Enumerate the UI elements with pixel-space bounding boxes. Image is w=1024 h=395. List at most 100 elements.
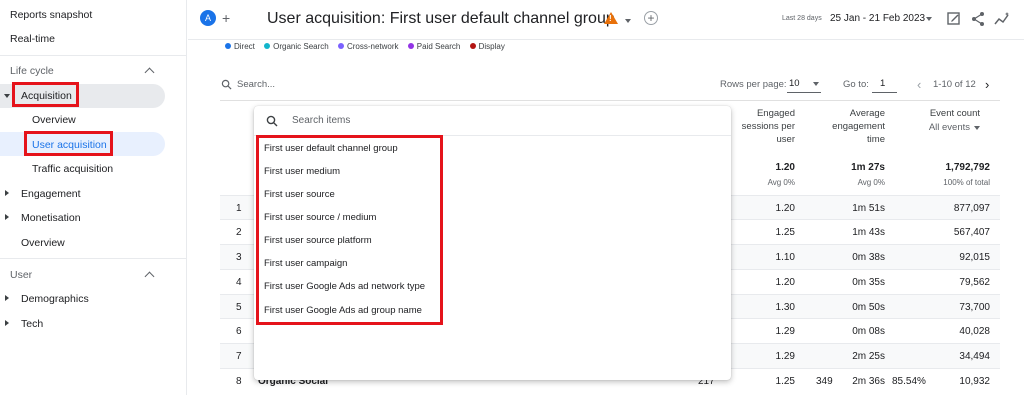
col-header-line: sessions per bbox=[741, 121, 795, 132]
cell-engaged-sessions: 1.25 bbox=[775, 227, 795, 238]
cell-avg-engagement: 1m 51s bbox=[852, 203, 885, 214]
sidebar-divider bbox=[0, 55, 187, 56]
cell-avg-engagement: 2m 25s bbox=[852, 351, 885, 362]
sidebar-section-lifecycle: Life cycle bbox=[10, 65, 54, 77]
sidebar: Reports snapshot Real-time Life cycle Ac… bbox=[0, 0, 187, 395]
page-title: User acquisition: First user default cha… bbox=[267, 10, 615, 27]
table-top-border bbox=[220, 100, 1000, 101]
legend-dot bbox=[264, 43, 271, 49]
legend-dot bbox=[225, 43, 231, 49]
col-header-line: user bbox=[776, 134, 795, 145]
legend-label: Organic Search bbox=[273, 42, 329, 51]
total-avg-engagement-sub: Avg 0% bbox=[857, 178, 885, 187]
chevron-up-icon[interactable] bbox=[144, 271, 155, 282]
row-number: 1 bbox=[236, 203, 242, 214]
col-header-event-count[interactable]: Event count bbox=[900, 107, 980, 120]
sidebar-section-user: User bbox=[10, 269, 33, 281]
caret-right-icon[interactable] bbox=[5, 320, 9, 326]
legend-label: Display bbox=[478, 42, 505, 51]
legend-item-paid-search[interactable]: Paid Search bbox=[407, 42, 461, 51]
rows-per-page-label: Rows per page: bbox=[720, 79, 787, 90]
col-header-avg-engagement[interactable]: Average engagement time bbox=[815, 107, 885, 146]
cell-engaged-sessions: 1.20 bbox=[775, 203, 795, 214]
legend-item-cross-network[interactable]: Cross-network bbox=[337, 42, 399, 51]
sidebar-item-reports-snapshot[interactable]: Reports snapshot bbox=[10, 9, 92, 21]
cell-engaged-sessions: 1.10 bbox=[775, 252, 795, 263]
row-number: 2 bbox=[236, 227, 242, 238]
next-page-icon[interactable]: › bbox=[985, 77, 989, 92]
cell-event-count: 40,028 bbox=[959, 326, 990, 337]
rows-dropdown-icon[interactable] bbox=[813, 82, 819, 86]
event-selector-dropdown-icon[interactable] bbox=[974, 126, 980, 130]
title-dropdown-icon[interactable] bbox=[625, 19, 631, 23]
sidebar-item-traffic-acquisition[interactable]: Traffic acquisition bbox=[32, 163, 113, 175]
chevron-up-icon[interactable] bbox=[144, 67, 155, 78]
total-engaged-sessions: 1.20 bbox=[775, 162, 795, 173]
warning-mark: ! bbox=[609, 14, 612, 23]
date-range-label: Last 28 days bbox=[782, 15, 822, 22]
legend-dot bbox=[337, 43, 344, 49]
goto-input[interactable]: 1 bbox=[880, 78, 885, 89]
sidebar-item-demographics[interactable]: Demographics bbox=[21, 293, 89, 305]
dropdown-search-input[interactable]: Search items bbox=[292, 115, 350, 126]
legend-dot bbox=[469, 43, 476, 49]
cell-event-count: 92,015 bbox=[959, 252, 990, 263]
avatar[interactable]: A bbox=[200, 10, 216, 26]
rows-per-page-select[interactable]: 10 bbox=[789, 78, 800, 89]
cell-engaged-sessions: 1.20 bbox=[775, 277, 795, 288]
highlight-box-user-acquisition bbox=[24, 131, 113, 156]
total-avg-engagement: 1m 27s bbox=[851, 162, 885, 173]
sidebar-item-overview-2[interactable]: Overview bbox=[21, 237, 65, 249]
sidebar-item-engagement[interactable]: Engagement bbox=[21, 188, 81, 200]
legend-item-direct[interactable]: Direct bbox=[225, 42, 255, 51]
highlight-box-acquisition bbox=[12, 82, 79, 107]
sidebar-item-overview[interactable]: Overview bbox=[32, 114, 76, 126]
caret-down-icon[interactable] bbox=[4, 94, 10, 98]
rows-select-underline bbox=[787, 92, 821, 93]
col-header-line: Engaged bbox=[756, 108, 795, 119]
cell-avg-engagement: 0m 38s bbox=[852, 252, 885, 263]
legend-item-organic-search[interactable]: Organic Search bbox=[264, 42, 329, 51]
col-header-line: time bbox=[867, 134, 885, 145]
table-search-input[interactable]: Search... bbox=[237, 79, 275, 90]
highlight-box-dropdown-options bbox=[256, 135, 443, 325]
search-icon bbox=[221, 79, 232, 90]
goto-underline bbox=[872, 92, 897, 93]
legend-item-display[interactable]: Display bbox=[469, 42, 505, 51]
insights-icon[interactable] bbox=[994, 11, 1010, 27]
share-icon[interactable] bbox=[970, 11, 986, 27]
goto-label: Go to: bbox=[843, 79, 869, 90]
add-report-icon[interactable]: + bbox=[644, 11, 658, 25]
cell-engaged-sessions: 1.29 bbox=[775, 326, 795, 337]
caret-right-icon[interactable] bbox=[5, 214, 9, 220]
cell-event-count: 73,700 bbox=[959, 302, 990, 313]
col-header-engaged-sessions[interactable]: Engaged sessions per user bbox=[730, 107, 795, 146]
col-header-line: engagement bbox=[832, 121, 885, 132]
cell-new-users: 349 bbox=[816, 376, 833, 387]
edit-report-icon[interactable] bbox=[946, 11, 962, 27]
add-comparison-icon[interactable]: + bbox=[222, 11, 230, 25]
event-count-selector[interactable]: All events bbox=[900, 121, 970, 134]
dropdown-search-bar[interactable]: Search items bbox=[254, 106, 731, 136]
cell-event-count: 10,932 bbox=[959, 376, 990, 387]
row-number: 6 bbox=[236, 326, 242, 337]
row-number: 7 bbox=[236, 351, 242, 362]
cell-avg-engagement: 1m 43s bbox=[852, 227, 885, 238]
legend-dot bbox=[407, 43, 414, 49]
cell-event-count: 567,407 bbox=[953, 227, 990, 238]
prev-page-icon[interactable]: ‹ bbox=[917, 77, 921, 92]
sidebar-item-monetisation[interactable]: Monetisation bbox=[21, 212, 81, 224]
caret-right-icon[interactable] bbox=[5, 190, 9, 196]
cell-engaged-sessions: 1.25 bbox=[775, 376, 795, 387]
row-number: 8 bbox=[236, 376, 242, 387]
sidebar-item-realtime[interactable]: Real-time bbox=[10, 33, 55, 45]
cell-avg-engagement: 2m 36s bbox=[852, 376, 885, 387]
sidebar-item-tech[interactable]: Tech bbox=[21, 318, 43, 330]
date-range-value[interactable]: 25 Jan - 21 Feb 2023 bbox=[830, 13, 925, 24]
date-dropdown-icon[interactable] bbox=[926, 17, 932, 21]
caret-right-icon[interactable] bbox=[5, 295, 9, 301]
legend-label: Paid Search bbox=[416, 42, 461, 51]
cell-event-count: 877,097 bbox=[953, 203, 990, 214]
row-number: 4 bbox=[236, 277, 242, 288]
row-number: 5 bbox=[236, 302, 242, 313]
